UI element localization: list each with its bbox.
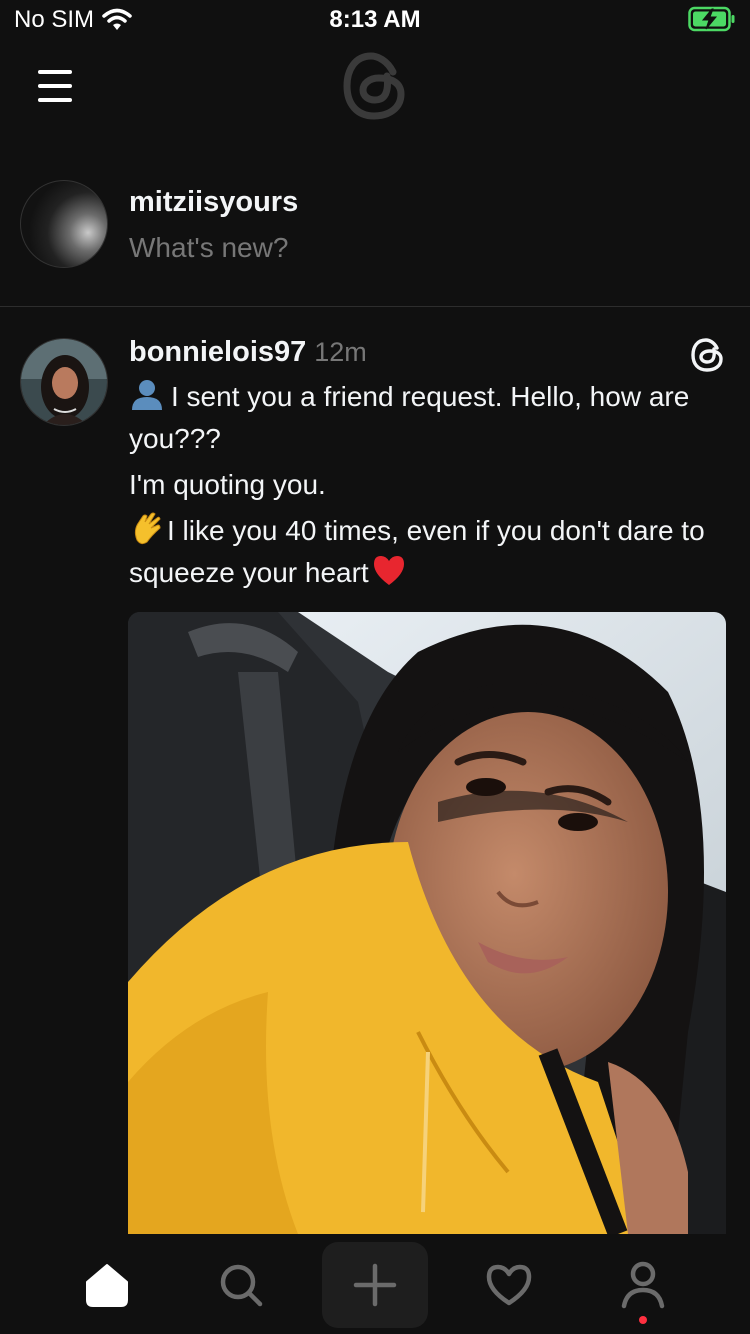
post-username[interactable]: bonnielois97	[129, 336, 306, 368]
battery-charging-icon	[688, 6, 735, 32]
post-line-2: I'm quoting you.	[129, 469, 326, 500]
tab-new-thread[interactable]	[322, 1242, 428, 1328]
home-icon	[86, 1264, 128, 1307]
heart-icon	[486, 1264, 532, 1306]
threads-icon[interactable]	[688, 336, 726, 374]
tab-profile[interactable]	[603, 1250, 683, 1320]
tab-home[interactable]	[67, 1250, 147, 1320]
search-icon	[220, 1264, 263, 1307]
threads-logo-icon	[343, 52, 405, 120]
post-body: I sent you a friend request. Hello, how …	[129, 376, 729, 598]
bust-silhouette-icon	[132, 380, 162, 410]
status-bar: No SIM 8:13 AM	[0, 0, 750, 40]
tab-bar	[0, 1234, 750, 1334]
post-line-1: I sent you a friend request. Hello, how …	[129, 376, 729, 460]
post-author-avatar[interactable]	[20, 338, 108, 426]
post-header: bonnielois97 12m	[129, 336, 367, 369]
composer-avatar[interactable]	[20, 180, 108, 268]
tab-search[interactable]	[201, 1250, 281, 1320]
post-time: 12m	[314, 337, 367, 367]
tab-activity[interactable]	[469, 1250, 549, 1320]
waving-hand-icon	[134, 512, 161, 545]
post-image[interactable]	[128, 612, 726, 1234]
top-bar	[0, 40, 750, 140]
plus-icon	[353, 1263, 397, 1307]
profile-icon	[621, 1261, 665, 1309]
composer[interactable]: mitziisyours What's new?	[0, 170, 750, 307]
composer-username: mitziisyours	[129, 186, 299, 218]
red-heart-icon	[373, 556, 404, 585]
status-time: 8:13 AM	[329, 6, 421, 33]
menu-button[interactable]	[30, 66, 82, 106]
post-line-3: I like you 40 times, even if you don't d…	[129, 510, 729, 594]
composer-prompt[interactable]: What's new?	[129, 232, 288, 264]
notification-dot	[639, 1316, 647, 1324]
